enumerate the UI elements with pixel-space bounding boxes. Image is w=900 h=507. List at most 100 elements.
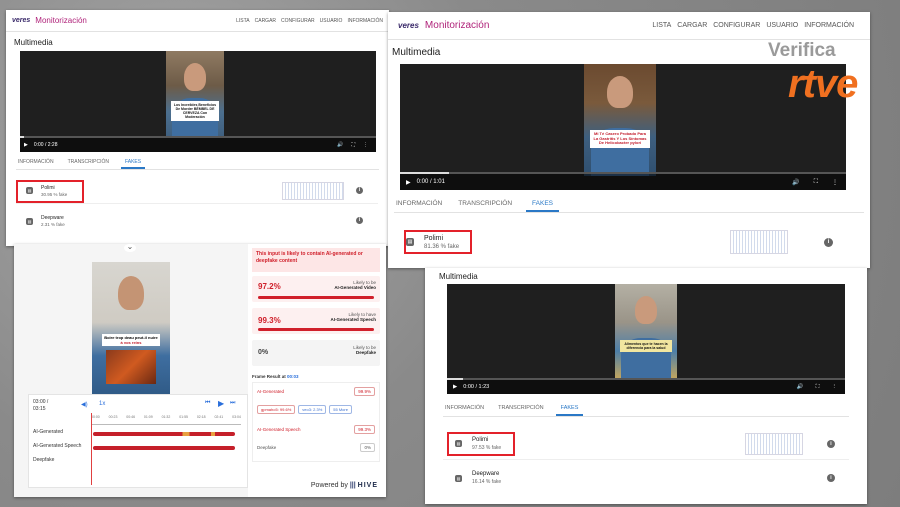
presenter-face [118,276,144,310]
watermark-verifica: Verifica [768,40,836,61]
monitor-panel-a: veres Monitorización LISTA CARGAR CONFIG… [6,10,389,246]
fullscreen-icon[interactable]: ⛶ [816,384,820,391]
time-ruler: 00:00 00:23 00:46 01:09 01:32 01:55 02:1… [91,415,241,425]
alert-banner: This input is likely to contain AI-gener… [252,248,380,272]
play-icon[interactable]: ▶ [24,142,28,148]
section-title: Multimedia [439,272,478,281]
info-icon[interactable]: i [356,187,363,194]
result-row-deepware[interactable]: ▤ Deepware 16.14 % fake i [443,462,849,494]
highlight-box [404,230,472,254]
video-player[interactable]: Alimentos que te hacen la diferencia par… [447,284,845,394]
volume-icon[interactable]: 🔊 [337,142,343,148]
score-sparkline [730,230,788,254]
play-icon[interactable]: ▶ [406,179,411,186]
chart-icon: ▤ [26,217,33,225]
video-thumbnail: Alimentos que te hacen la diferencia par… [615,284,677,380]
hive-panel: ⌄ Boire trop deau peut-il nuire à vos re… [14,244,386,497]
video-time: 0:00 / 1:01 [416,179,445,185]
app-title: Monitorización [424,20,490,31]
monitor-panel-c: Multimedia Alimentos que te hacen la dif… [425,268,867,504]
hive-video-thumbnail[interactable]: Boire trop deau peut-il nuire à vos rein… [92,262,170,396]
highlight-box [16,180,84,203]
chip-more[interactable]: 55 More [329,405,352,414]
presenter-face [635,296,657,324]
nav-lista[interactable]: LISTA [236,18,250,24]
nav-configurar[interactable]: CONFIGURAR [713,22,760,29]
nav-informacion[interactable]: INFORMACIÓN [804,22,854,29]
nav-lista[interactable]: LISTA [652,22,671,29]
volume-icon[interactable]: 🔊 [792,179,799,186]
collapse-chevron-icon[interactable]: ⌄ [124,244,136,252]
video-player[interactable]: Mi Té Casero Probado Para La Gastritis Y… [400,64,846,190]
play-icon[interactable]: ▶ [218,399,224,408]
fullscreen-icon[interactable]: ⛶ [351,142,355,148]
play-icon[interactable]: ▶ [453,384,457,390]
nav-configurar[interactable]: CONFIGURAR [281,18,315,24]
nav-cargar[interactable]: CARGAR [255,18,276,24]
hive-caption-line2: à vos reins [120,340,142,345]
hive-media-pane: ⌄ Boire trop deau peut-il nuire à vos re… [14,244,248,497]
frame-result-heading: Frame Result at 00:03 [252,374,299,379]
volume-icon[interactable]: 🔊 [797,384,804,390]
nav-usuario[interactable]: USUARIO [320,18,343,24]
chip-model-2[interactable]: veo3: 2.3% [298,405,327,414]
score-bar [258,328,374,331]
tab-fakes[interactable]: FAKES [526,196,560,212]
timeline-bar [93,446,235,450]
more-options-icon[interactable]: ⋮ [363,142,368,148]
skip-back-icon[interactable]: ⏮ [205,400,210,407]
score-sparkline [745,433,803,455]
veres-logo: veres [398,21,419,30]
video-thumbnail: Mi Té Casero Probado Para La Gastritis Y… [584,64,656,176]
tab-transcripcion[interactable]: TRANSCRIPCIÓN [456,196,514,212]
detector-name: Deepware [472,471,500,477]
video-caption: Mi Té Casero Probado Para La Gastritis Y… [589,130,651,148]
more-options-icon[interactable]: ⋮ [832,179,838,186]
video-controls: ▶ 0:00 / 1:23 🔊 ⛶ ⋮ [447,380,845,394]
time-current: 03:00 / [33,399,49,405]
presenter-face [607,76,633,108]
chip-model-1[interactable]: gpmaho5: 99.6% [257,405,296,414]
skip-forward-icon[interactable]: ⏭ [230,400,235,407]
score-sparkline [282,182,344,200]
tab-transcripcion[interactable]: TRANSCRIPCIÓN [496,402,546,416]
timeline-row-ai-speech: AI-Generated Speech [31,443,243,453]
speed-button[interactable]: 1x [99,401,105,407]
highlight-box [447,432,515,456]
fake-percentage: 2.31 % fake [41,222,65,227]
video-player[interactable]: Los Increíbles Beneficios De Morder BÉMB… [20,51,376,152]
top-nav: LISTA CARGAR CONFIGURAR USUARIO INFORMAC… [652,22,854,29]
video-caption: Alimentos que te hacen la diferencia par… [619,340,673,353]
chart-icon: ▤ [455,474,462,482]
nav-cargar[interactable]: CARGAR [677,22,707,29]
nav-informacion[interactable]: INFORMACIÓN [347,18,383,24]
result-row-deepware[interactable]: ▤ Deepware 2.31 % fake i [16,208,378,234]
fullscreen-icon[interactable]: ⛶ [814,179,818,186]
tab-fakes[interactable]: FAKES [120,156,146,169]
frame-item-deepfake: Deepfake 0% [257,443,375,452]
tab-fakes[interactable]: FAKES [555,402,584,416]
video-controls: ▶ 0:00 / 2:28 🔊 ⛶ ⋮ [20,138,376,152]
time-total: 03:15 [33,405,46,412]
tab-informacion[interactable]: INFORMACIÓN [16,156,56,169]
veres-logo: veres [12,17,31,24]
frame-item-ai-generated: AI-Generated 99.9% [257,387,375,396]
tabs: INFORMACIÓN TRANSCRIPCIÓN FAKES [443,402,849,417]
tab-informacion[interactable]: INFORMACIÓN [443,402,486,416]
info-icon[interactable]: i [356,217,363,224]
tab-transcripcion[interactable]: TRANSCRIPCIÓN [66,156,111,169]
section-title: Multimedia [392,47,441,58]
info-icon[interactable]: i [827,440,835,448]
info-icon[interactable]: i [827,474,835,482]
frame-result-time[interactable]: 00:03 [287,374,299,379]
frame-result-box: AI-Generated 99.9% gpmaho5: 99.6% veo3: … [252,382,380,462]
volume-icon[interactable]: ◀) [81,401,88,408]
nav-usuario[interactable]: USUARIO [766,22,798,29]
tab-informacion[interactable]: INFORMACIÓN [394,196,444,212]
frame-item-ai-speech: AI-Generated Speech 99.3% [257,425,375,434]
info-icon[interactable]: i [824,238,833,247]
timeline-panel: 03:00 / 03:15 ◀) 1x ⏮ ▶ ⏭ 00:00 00:23 00… [28,394,248,488]
hive-results-pane: This input is likely to contain AI-gener… [252,244,386,497]
presenter-face [184,63,206,91]
more-options-icon[interactable]: ⋮ [832,384,838,390]
